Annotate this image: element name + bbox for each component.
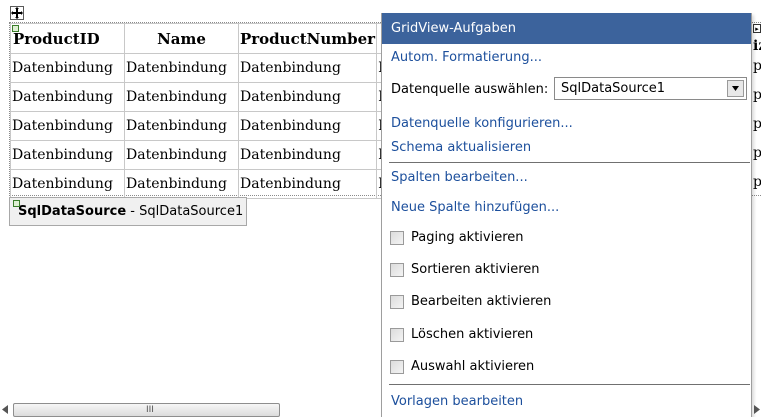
table-cell: Datenbindung (10, 111, 125, 141)
clipped-column-header: ▸ iz (753, 22, 761, 54)
selection-checkbox[interactable] (390, 360, 404, 374)
editing-label: Bearbeiten aktivieren (411, 294, 552, 309)
table-cell: Datenbindung (237, 111, 378, 141)
datasource-select-value: SqlDataSource1 (561, 81, 666, 96)
table-cell: Datenbindung (237, 169, 378, 199)
sqldatasource-id: SqlDataSource1 (139, 204, 244, 219)
table-cell: Datenbindung (10, 140, 125, 170)
table-cell: Datenbindung (237, 82, 378, 112)
clipped-cell: pi (753, 145, 761, 161)
clipped-right-column: ▸ iz pi pi pi pi pi (753, 22, 761, 196)
table-cell: Datenbindung (237, 53, 378, 83)
deleting-label: Löschen aktivieren (411, 327, 534, 342)
scroll-right-icon[interactable] (754, 405, 760, 414)
smart-tag-glyph-icon (13, 200, 20, 207)
clipped-cell: pi (753, 174, 761, 190)
panel-divider (389, 162, 750, 163)
panel-title: GridView-Aufgaben (382, 13, 751, 44)
column-header-label: Name (157, 29, 206, 48)
column-header-name: Name (124, 23, 239, 54)
clipped-header-text: iz (753, 38, 761, 54)
scroll-left-icon[interactable] (2, 405, 8, 414)
table-cell: Datenbindung (237, 140, 378, 170)
clipped-cell: pi (753, 87, 761, 103)
table-cell: Datenbindung (10, 169, 125, 199)
editing-checkbox[interactable] (390, 295, 404, 309)
scrollbar-thumb[interactable]: III (13, 403, 280, 417)
sqldatasource-separator: - (126, 204, 140, 219)
datasource-select[interactable]: SqlDataSource1 (554, 77, 747, 100)
sorting-checkbox[interactable] (390, 263, 404, 277)
table-cell: Datenbindung (124, 82, 239, 112)
sorting-label: Sortieren aktivieren (411, 262, 540, 277)
table-row: Datenbindung Datenbindung Datenbindung D (10, 82, 408, 112)
table-cell: Datenbindung (124, 53, 239, 83)
column-header-label: ProductNumber (240, 29, 376, 48)
deleting-checkbox[interactable] (390, 328, 404, 342)
table-row: Datenbindung Datenbindung Datenbindung D (10, 111, 408, 141)
designer-surface: ProductID Name ProductNumber Datenbindun… (0, 0, 761, 417)
add-column-link[interactable]: Neue Spalte hinzufügen... (391, 200, 559, 216)
sqldatasource-type: SqlDataSource (18, 204, 127, 219)
gridview-tasks-panel: GridView-Aufgaben Autom. Formatierung...… (381, 13, 752, 417)
table-cell: Datenbindung (124, 140, 239, 170)
clipped-cell: pi (753, 116, 761, 132)
paging-label: Paging aktivieren (411, 230, 524, 245)
chevron-down-icon[interactable] (727, 80, 744, 97)
auto-format-link[interactable]: Autom. Formatierung... (391, 50, 542, 66)
column-header-productnumber: ProductNumber (237, 23, 378, 54)
horizontal-scrollbar[interactable]: III (0, 401, 761, 417)
edit-columns-link[interactable]: Spalten bearbeiten... (391, 170, 528, 186)
table-row: Datenbindung Datenbindung Datenbindung D (10, 169, 408, 199)
smart-tag-glyph-icon (12, 25, 19, 32)
panel-divider (389, 384, 750, 385)
sqldatasource-control[interactable]: SqlDataSource - SqlDataSource1 (9, 197, 247, 226)
paging-checkbox[interactable] (390, 231, 404, 245)
table-cell: Datenbindung (10, 82, 125, 112)
table-row: Datenbindung Datenbindung Datenbindung D (10, 53, 408, 83)
scrollbar-grip: III (146, 405, 154, 415)
selection-label: Auswahl aktivieren (411, 359, 535, 374)
gridview-header-row: ProductID Name ProductNumber (10, 23, 408, 54)
table-cell: Datenbindung (10, 53, 125, 83)
table-cell: Datenbindung (124, 111, 239, 141)
gridview-table: ProductID Name ProductNumber Datenbindun… (10, 23, 408, 199)
table-row: Datenbindung Datenbindung Datenbindung D (10, 140, 408, 170)
datasource-label: Datenquelle auswählen: (391, 82, 549, 97)
move-arrows-icon[interactable] (10, 6, 24, 20)
table-cell: Datenbindung (124, 169, 239, 199)
configure-datasource-link[interactable]: Datenquelle konfigurieren... (391, 116, 573, 132)
column-header-productid: ProductID (10, 23, 125, 54)
refresh-schema-link[interactable]: Schema aktualisieren (391, 140, 531, 156)
column-header-label: ProductID (13, 29, 100, 48)
